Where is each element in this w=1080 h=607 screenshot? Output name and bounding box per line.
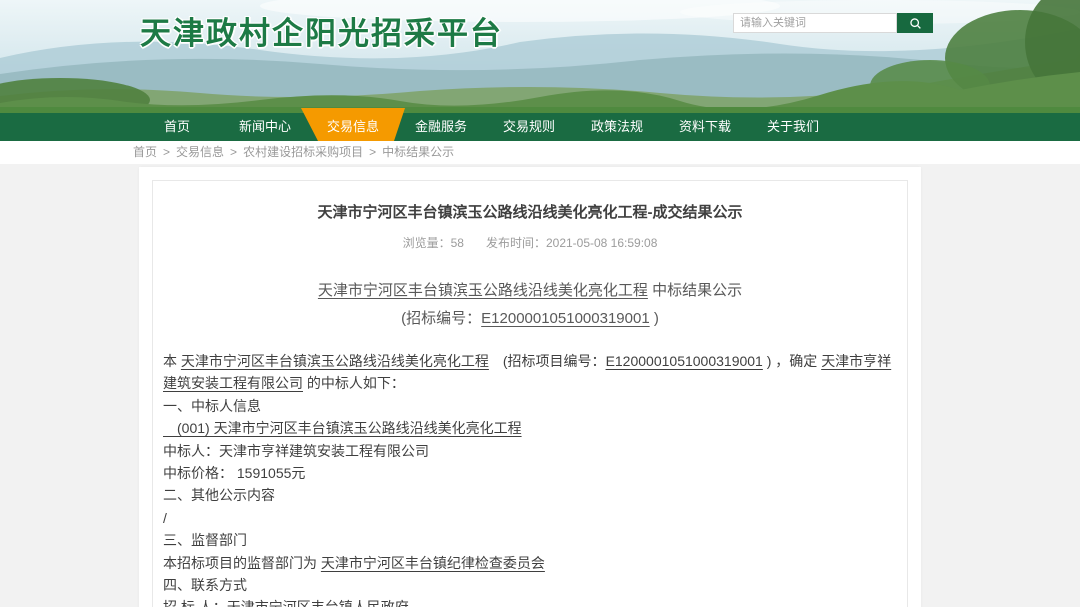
- views-label: 浏览量：: [403, 236, 451, 250]
- project-name: 天津市宁河区丰台镇滨玉公路线沿线美化亮化工程: [318, 282, 648, 299]
- bid-number: E1200001051000319001: [606, 353, 763, 369]
- section1-heading: 一、中标人信息: [163, 395, 897, 417]
- site-header: 天津政村企阳光招采平台: [0, 0, 1080, 113]
- bid-number: E1200001051000319001: [481, 310, 650, 327]
- article-body: 本 天津市宁河区丰台镇滨玉公路线沿线美化亮化工程 (招标项目编号：E120000…: [163, 350, 897, 607]
- supervisor-department: 天津市宁河区丰台镇纪律检查委员会: [321, 555, 545, 571]
- tenderer: 天津市宁河区丰台镇人民政府: [227, 599, 409, 607]
- search-icon: [909, 17, 922, 30]
- breadcrumb-separator: >: [163, 145, 170, 159]
- publish-label: 发布时间：: [486, 236, 546, 250]
- breadcrumb-separator: >: [369, 145, 376, 159]
- intro-paragraph: 本 天津市宁河区丰台镇滨玉公路线沿线美化亮化工程 (招标项目编号：E120000…: [163, 350, 897, 395]
- nav-item-downloads[interactable]: 资料下载: [661, 113, 749, 141]
- section3-heading: 三、监督部门: [163, 529, 897, 551]
- nav-item-trade-info[interactable]: 交易信息: [309, 113, 397, 141]
- views-count: 58: [451, 236, 464, 250]
- nav-item-about[interactable]: 关于我们: [749, 113, 837, 141]
- winner-line: 中标人：天津市亨祥建筑安装工程有限公司: [163, 440, 897, 462]
- breadcrumb-current-page: 中标结果公示: [382, 145, 454, 159]
- supervisor-line: 本招标项目的监督部门为 天津市宁河区丰台镇纪律检查委员会: [163, 552, 897, 574]
- search-input[interactable]: [733, 13, 897, 33]
- nav-item-news[interactable]: 新闻中心: [221, 113, 309, 141]
- breadcrumb-home[interactable]: 首页: [133, 145, 157, 159]
- article-panel: 天津市宁河区丰台镇滨玉公路线沿线美化亮化工程-成交结果公示 浏览量：58 发布时间…: [152, 180, 908, 607]
- breadcrumb: 首页 > 交易信息 > 农村建设招标采购项目 > 中标结果公示: [0, 141, 1080, 164]
- announcement-subtitle: 天津市宁河区丰台镇滨玉公路线沿线美化亮化工程 中标结果公示: [163, 279, 897, 300]
- nav-item-policies[interactable]: 政策法规: [573, 113, 661, 141]
- slash-line: /: [163, 507, 897, 529]
- main-nav: 首页 新闻中心 交易信息 金融服务 交易规则 政策法规 资料下载 关于我们: [0, 113, 1080, 141]
- breadcrumb-trade-info[interactable]: 交易信息: [176, 145, 224, 159]
- nav-item-trade-rules[interactable]: 交易规则: [485, 113, 573, 141]
- project-name: 天津市宁河区丰台镇滨玉公路线沿线美化亮化工程: [181, 353, 489, 369]
- content-card: 天津市宁河区丰台镇滨玉公路线沿线美化亮化工程-成交结果公示 浏览量：58 发布时间…: [139, 167, 921, 607]
- section2-heading: 二、其他公示内容: [163, 484, 897, 506]
- publish-time: 2021-05-08 16:59:08: [546, 236, 657, 250]
- breadcrumb-rural-projects[interactable]: 农村建设招标采购项目: [243, 145, 363, 159]
- lot-line: (001) 天津市宁河区丰台镇滨玉公路线沿线美化亮化工程: [163, 417, 897, 439]
- tenderer-line: 招 标 人：天津市宁河区丰台镇人民政府: [163, 596, 897, 607]
- page-background: 天津市宁河区丰台镇滨玉公路线沿线美化亮化工程-成交结果公示 浏览量：58 发布时间…: [0, 164, 1080, 607]
- article-meta: 浏览量：58 发布时间：2021-05-08 16:59:08: [163, 234, 897, 251]
- search-bar: [733, 13, 933, 33]
- winner-company: 天津市亨祥建筑安装工程有限公司: [219, 443, 429, 459]
- bid-number-line: (招标编号：E1200001051000319001 ): [163, 307, 897, 328]
- search-button[interactable]: [897, 13, 933, 33]
- nav-item-home[interactable]: 首页: [133, 113, 221, 141]
- breadcrumb-separator: >: [230, 145, 237, 159]
- price-line: 中标价格： 1591055元: [163, 462, 897, 484]
- winning-price: 1591055元: [233, 465, 305, 481]
- section4-heading: 四、联系方式: [163, 574, 897, 596]
- page-title: 天津市宁河区丰台镇滨玉公路线沿线美化亮化工程-成交结果公示: [163, 201, 897, 222]
- nav-item-finance[interactable]: 金融服务: [397, 113, 485, 141]
- site-title: 天津政村企阳光招采平台: [140, 8, 503, 53]
